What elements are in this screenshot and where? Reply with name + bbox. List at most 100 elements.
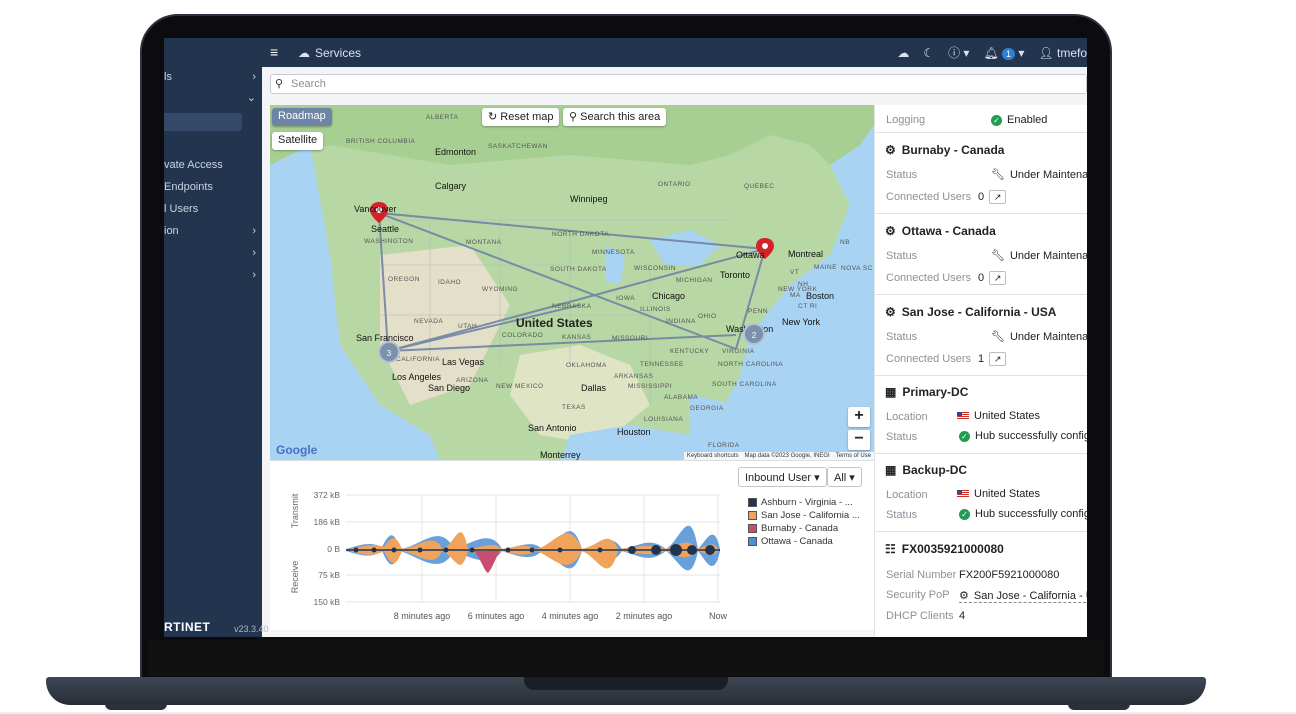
zoom-out-button[interactable]: − (848, 430, 870, 450)
pop-title: ⚙ Ottawa - Canada (885, 224, 996, 238)
map-label-region: GEORGIA (690, 405, 724, 412)
status-text: Under Maintenan (1009, 249, 1087, 262)
legend-item[interactable]: Ashburn - Virginia - ... (748, 496, 860, 509)
location-label: Location (886, 489, 928, 501)
open-external-icon[interactable]: ↗ (989, 190, 1007, 204)
sidebar-item-users[interactable]: l Users (164, 203, 262, 221)
logging-status: Enabled (1007, 114, 1048, 126)
hub-icon: ▦ (885, 385, 897, 399)
device-card[interactable]: ☷ FX0035921000080 Serial Number FX200F592… (875, 532, 1087, 637)
sidebar-selected-item[interactable] (164, 113, 242, 131)
search-area-button[interactable]: ⚲ Search this area (563, 108, 667, 126)
hub-card-primary[interactable]: ▦ Primary-DC Location United States Statu… (875, 376, 1087, 454)
map-label-region: TENNESSEE (640, 361, 684, 368)
cloud-icon: ☁ (298, 46, 310, 60)
dark-mode-icon[interactable]: ☾ (923, 46, 934, 60)
help-icon[interactable]: ⓘ ▾ (948, 44, 969, 61)
map-label-region: OKLAHOMA (566, 362, 607, 369)
reset-map-button[interactable]: ↻ Reset map (482, 108, 560, 126)
map-label-region: NH (798, 281, 809, 288)
map-label-region: LOUISIANA (644, 416, 684, 423)
us-flag-icon (957, 412, 969, 420)
search-icon: ⚲ (569, 111, 581, 123)
pop-label: Security PoP (886, 589, 950, 601)
search-input[interactable]: ⚲ Search (270, 74, 1087, 94)
map-label-region: IOWA (616, 295, 636, 302)
legend-item[interactable]: San Jose - California ... (748, 509, 860, 522)
breadcrumb-label[interactable]: Services (315, 46, 361, 60)
sidebar-item-ion[interactable]: ion › (164, 225, 262, 243)
scope-dropdown[interactable]: All ▾ (827, 467, 862, 487)
notifications-button[interactable]: 🔔︎ 1 ▾ (983, 46, 1024, 60)
pop-link[interactable]: ⚙ San Jose - California - US (959, 589, 1087, 603)
traffic-chart: Inbound User ▾ All ▾ Transmit Receive 37… (270, 460, 874, 630)
map-label-region: NEVADA (414, 318, 444, 325)
notification-badge: 1 (1002, 47, 1016, 60)
chevron-right-icon: › (252, 225, 256, 237)
zoom-in-button[interactable]: + (848, 407, 870, 427)
version-label: v23.3.40 (234, 624, 269, 634)
pop-icon: ⚙ (885, 305, 896, 319)
cloud-status-icon[interactable]: ☁ (897, 46, 909, 60)
sidebar-item-7[interactable]: › (164, 247, 262, 265)
legend-label: Ottawa - Canada (761, 536, 833, 547)
sidebar-item-label: Endpoints (164, 181, 213, 193)
map-view[interactable]: Roadmap Satellite ↻ Reset map ⚲ Search t… (270, 105, 874, 460)
hub-card-backup[interactable]: ▦ Backup-DC Location United States Status… (875, 454, 1087, 532)
map-cluster-west[interactable]: 3 (378, 341, 400, 363)
search-area-label: Search this area (580, 111, 661, 123)
wrench-icon: 🔧︎ (991, 169, 1005, 181)
map-label-region: VIRGINIA (722, 348, 755, 355)
legend-label: Ashburn - Virginia - ... (761, 497, 853, 508)
status-text: Hub successfully configu (975, 508, 1087, 520)
sidebar-item-endpoints[interactable]: Endpoints (164, 181, 262, 199)
status-label: Status (886, 431, 918, 443)
legend-swatch (748, 498, 757, 507)
open-external-icon[interactable]: ↗ (989, 271, 1007, 285)
satellite-button[interactable]: Satellite (272, 132, 324, 150)
map-label-region: BRITISH COLUMBIA (346, 138, 416, 145)
map-label-region: IDAHO (438, 279, 462, 286)
pop-card-burnaby[interactable]: ⚙ Burnaby - Canada Status 🔧︎ Under Mainten… (875, 133, 1087, 214)
map-label-region: ONTARIO (658, 181, 691, 188)
users-label: Connected Users (886, 353, 971, 365)
users-value: 0 ↗ (978, 271, 1007, 285)
pop-icon: ⚙ (959, 590, 969, 602)
location-text: United States (974, 410, 1041, 422)
hub-title: ▦ Backup-DC (885, 463, 967, 477)
pop-card-sanjose[interactable]: ⚙ San Jose - California - USA Status 🔧︎ Un… (875, 295, 1087, 376)
us-flag-icon (957, 490, 969, 498)
map-label-region: SOUTH DAKOTA (550, 266, 607, 273)
laptop-chin (148, 640, 1104, 676)
dhcp-value: 4 (959, 610, 966, 622)
inbound-user-dropdown[interactable]: Inbound User ▾ (738, 467, 827, 487)
sidebar-item-private-access[interactable]: vate Access (164, 159, 262, 177)
legend-item[interactable]: Burnaby - Canada (748, 522, 860, 535)
map-label-city: New York (782, 317, 821, 327)
map-label-city: Houston (617, 427, 651, 437)
laptop-foot-right (1068, 704, 1130, 710)
sidebar-item-8[interactable]: › (164, 269, 262, 287)
brand-logo: RTINET (164, 620, 211, 634)
location-label: Location (886, 411, 928, 423)
keyboard-shortcuts-link[interactable]: Keyboard shortcuts (687, 453, 739, 459)
roadmap-button[interactable]: Roadmap (272, 108, 332, 126)
hamburger-icon[interactable]: ≡ (270, 44, 278, 60)
map-label-region: KANSAS (562, 334, 592, 341)
legend-label: Burnaby - Canada (761, 523, 839, 534)
search-icon: ⚲ (275, 78, 284, 90)
sidebar-item-2[interactable]: ⌄ (164, 91, 262, 109)
pop-card-ottawa[interactable]: ⚙ Ottawa - Canada Status 🔧︎ Under Maintena… (875, 214, 1087, 295)
user-menu[interactable]: 👤︎ tmefo (1038, 46, 1087, 60)
legend-item[interactable]: Ottawa - Canada (748, 535, 860, 548)
serial-value: FX200F5921000080 (959, 569, 1060, 581)
breadcrumb: ☁ Services (298, 46, 361, 60)
open-external-icon[interactable]: ↗ (989, 352, 1007, 366)
y-tick: 0 B (327, 544, 340, 554)
status-value: 🔧︎ Under Maintenan (991, 168, 1087, 182)
status-label: Status (886, 509, 918, 521)
terms-link[interactable]: Terms of Use (836, 453, 871, 459)
sidebar-item-1[interactable]: ls › (164, 71, 262, 89)
map-label-region: ARKANSAS (614, 373, 654, 380)
map-cluster-east[interactable]: 2 (743, 323, 765, 345)
